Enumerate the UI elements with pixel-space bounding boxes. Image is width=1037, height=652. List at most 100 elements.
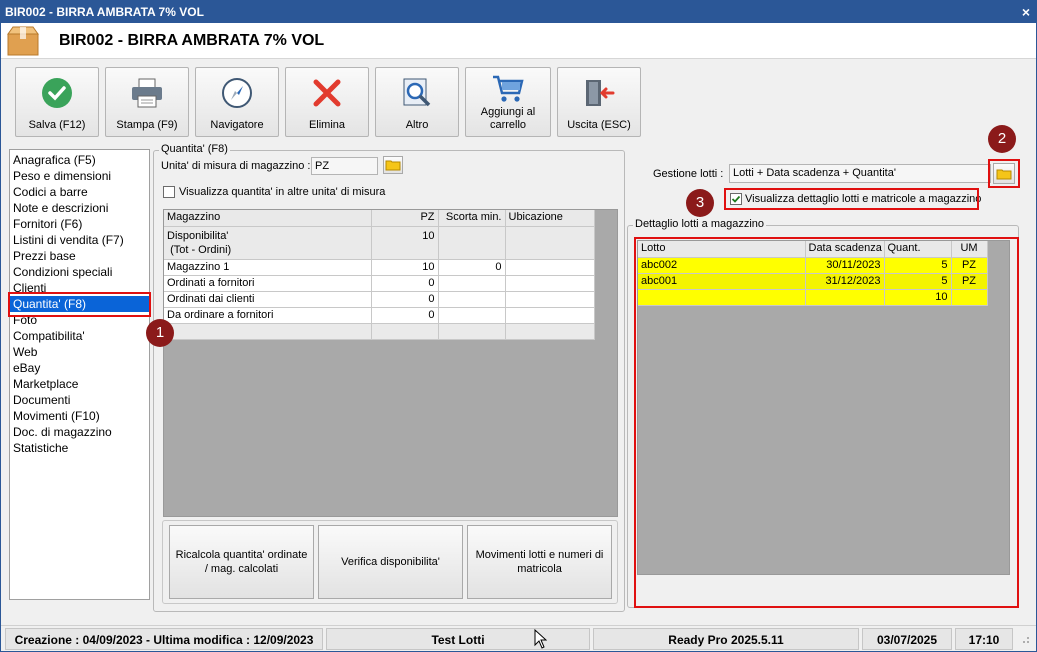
annotation-box-browse xyxy=(988,159,1020,188)
nav-item-peso[interactable]: Peso e dimensioni xyxy=(10,168,149,184)
status-dates: Creazione : 04/09/2023 - Ultima modifica… xyxy=(5,628,323,650)
product-window: BIR002 - BIRRA AMBRATA 7% VOL × BIR002 -… xyxy=(0,0,1037,652)
annotation-box-lot-grid xyxy=(634,237,1019,608)
col-header-min-stock[interactable]: Scorta min. xyxy=(438,210,506,227)
row-pz: 0 xyxy=(371,291,439,308)
save-label: Salva (F12) xyxy=(28,119,86,131)
status-company: Test Lotti xyxy=(326,628,590,650)
nav-item-note[interactable]: Note e descrizioni xyxy=(10,200,149,216)
row-loc xyxy=(505,226,595,260)
annotation-badge-3: 3 xyxy=(686,189,714,217)
row-loc xyxy=(505,259,595,276)
lot-detail-group-title: Dettaglio lotti a magazzino xyxy=(633,218,767,230)
table-row[interactable]: Disponibilita' (Tot - Ordini) 10 xyxy=(164,226,595,260)
lot-management-label: Gestione lotti : xyxy=(653,168,724,180)
table-row[interactable]: Ordinati a fornitori 0 xyxy=(164,275,595,292)
lot-movements-button[interactable]: Movimenti lotti e numeri di matricola xyxy=(467,525,612,599)
col-header-pz[interactable]: PZ xyxy=(371,210,439,227)
table-row-empty xyxy=(164,323,595,340)
printer-icon xyxy=(132,78,162,108)
annotation-badge-2: 2 xyxy=(988,125,1016,153)
mouse-cursor-icon xyxy=(534,629,547,649)
table-row[interactable]: Da ordinare a fornitori 0 xyxy=(164,307,595,324)
col-header-warehouse[interactable]: Magazzino xyxy=(164,210,372,227)
title-bar: BIR002 - BIRRA AMBRATA 7% VOL × xyxy=(1,1,1036,23)
quantity-grid-header: Magazzino PZ Scorta min. Ubicazione xyxy=(164,210,595,227)
exit-door-icon xyxy=(586,80,615,106)
nav-item-web[interactable]: Web xyxy=(10,344,149,360)
print-label: Stampa (F9) xyxy=(116,119,178,131)
folder-icon xyxy=(385,160,401,171)
quantity-grid: Magazzino PZ Scorta min. Ubicazione Disp… xyxy=(163,209,618,517)
um-field[interactable]: PZ xyxy=(311,157,378,175)
col-header-location[interactable]: Ubicazione xyxy=(505,210,595,227)
navigator-button[interactable]: Navigatore xyxy=(195,67,279,137)
package-icon xyxy=(7,26,39,56)
nav-item-fornitori[interactable]: Fornitori (F6) xyxy=(10,216,149,232)
row-min: 0 xyxy=(438,259,506,276)
nav-item-doc-magazzino[interactable]: Doc. di magazzino xyxy=(10,424,149,440)
page-title: BIR002 - BIRRA AMBRATA 7% VOL xyxy=(59,32,325,49)
status-bar: Creazione : 04/09/2023 - Ultima modifica… xyxy=(1,625,1036,651)
annotation-badge-1: 1 xyxy=(146,319,174,347)
status-time: 17:10 xyxy=(955,628,1013,650)
nav-item-anagrafica[interactable]: Anagrafica (F5) xyxy=(10,152,149,168)
row-min xyxy=(438,307,506,324)
row-pz: 10 xyxy=(371,226,439,260)
delete-button[interactable]: Elimina xyxy=(285,67,369,137)
delete-x-icon xyxy=(313,79,341,107)
status-date: 03/07/2025 xyxy=(862,628,952,650)
lot-management-field[interactable]: Lotti + Data scadenza + Quantita' xyxy=(729,164,991,183)
show-other-units-label: Visualizza quantita' in altre unita' di … xyxy=(179,186,386,198)
nav-item-movimenti[interactable]: Movimenti (F10) xyxy=(10,408,149,424)
row-pz: 10 xyxy=(371,259,439,276)
resize-grip-icon[interactable] xyxy=(1020,636,1030,646)
section-nav: Anagrafica (F5) Peso e dimensioni Codici… xyxy=(9,149,150,600)
save-button[interactable]: Salva (F12) xyxy=(15,67,99,137)
nav-item-prezzi-base[interactable]: Prezzi base xyxy=(10,248,149,264)
um-browse-button[interactable] xyxy=(383,156,403,174)
verify-availability-button[interactable]: Verifica disponibilita' xyxy=(318,525,463,599)
row-min xyxy=(438,226,506,260)
recalc-button[interactable]: Ricalcola quantita' ordinate / mag. calc… xyxy=(169,525,314,599)
row-name: Ordinati a fornitori xyxy=(164,275,372,292)
exit-label: Uscita (ESC) xyxy=(567,119,631,131)
print-button[interactable]: Stampa (F9) xyxy=(105,67,189,137)
row-pz: 0 xyxy=(371,307,439,324)
row-name: Disponibilita' (Tot - Ordini) xyxy=(164,226,372,260)
row-name: Da ordinare a fornitori xyxy=(164,307,372,324)
nav-item-barcode[interactable]: Codici a barre xyxy=(10,184,149,200)
um-label: Unita' di misura di magazzino : xyxy=(161,160,311,172)
close-icon[interactable]: × xyxy=(1022,1,1030,23)
cart-icon xyxy=(493,75,524,102)
status-version: Ready Pro 2025.5.11 xyxy=(593,628,859,650)
add-to-cart-button[interactable]: Aggiungi al carrello xyxy=(465,67,551,137)
nav-item-statistiche[interactable]: Statistiche xyxy=(10,440,149,456)
other-label: Altro xyxy=(405,119,429,131)
nav-item-compatibilita[interactable]: Compatibilita' xyxy=(10,328,149,344)
table-row[interactable]: Ordinati dai clienti 0 xyxy=(164,291,595,308)
row-name: Magazzino 1 xyxy=(164,259,372,276)
row-pz: 0 xyxy=(371,275,439,292)
row-loc xyxy=(505,291,595,308)
nav-item-documenti[interactable]: Documenti xyxy=(10,392,149,408)
show-other-units-checkbox[interactable] xyxy=(163,186,175,198)
nav-item-ebay[interactable]: eBay xyxy=(10,360,149,376)
quantity-group-title: Quantita' (F8) xyxy=(159,143,230,155)
compass-icon xyxy=(222,78,252,108)
header: BIR002 - BIRRA AMBRATA 7% VOL xyxy=(1,23,1036,59)
table-row[interactable]: Magazzino 1 10 0 xyxy=(164,259,595,276)
navigator-label: Navigatore xyxy=(210,119,264,131)
row-loc xyxy=(505,275,595,292)
other-button[interactable]: Altro xyxy=(375,67,459,137)
checkmark-icon xyxy=(42,78,72,108)
window-title: BIR002 - BIRRA AMBRATA 7% VOL xyxy=(5,5,204,19)
add-to-cart-label: Aggiungi al carrello xyxy=(480,106,536,131)
annotation-box-nav xyxy=(8,292,151,317)
nav-item-marketplace[interactable]: Marketplace xyxy=(10,376,149,392)
row-name: Ordinati dai clienti xyxy=(164,291,372,308)
row-min xyxy=(438,291,506,308)
nav-item-condizioni[interactable]: Condizioni speciali xyxy=(10,264,149,280)
nav-item-listini[interactable]: Listini di vendita (F7) xyxy=(10,232,149,248)
exit-button[interactable]: Uscita (ESC) xyxy=(557,67,641,137)
